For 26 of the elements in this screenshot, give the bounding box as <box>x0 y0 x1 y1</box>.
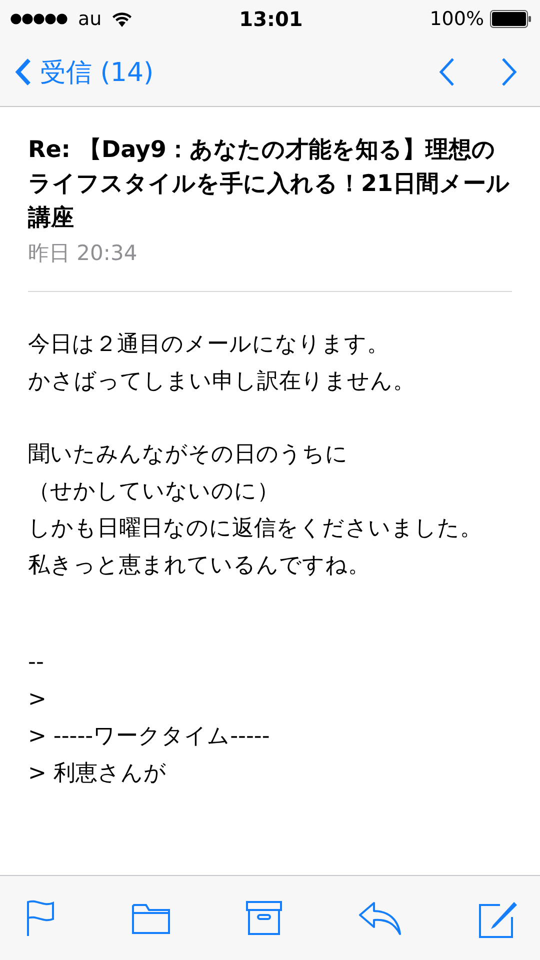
reply-icon[interactable] <box>358 901 402 935</box>
quoted-text: -- <box>28 649 45 677</box>
next-icon[interactable] <box>500 57 518 87</box>
battery-percent: 100% <box>430 8 484 30</box>
email-date: 昨日 20:34 <box>28 239 512 292</box>
chevron-icon <box>14 57 32 87</box>
flag-icon[interactable] <box>26 899 56 937</box>
folder-icon[interactable] <box>132 902 170 934</box>
body-text: しかも日曜日なのに返信をくださいました。 <box>28 515 483 543</box>
body-text: 今日は２通目のメールになります。 <box>28 331 390 359</box>
body-text: 私きっと恵まれているんですね。 <box>28 552 371 580</box>
back-button[interactable]: 受信 (14) <box>14 54 154 90</box>
signal-icon <box>10 13 68 25</box>
quoted-text: > <box>28 686 48 714</box>
wifi-icon <box>112 12 132 26</box>
previous-icon[interactable] <box>438 57 456 87</box>
body-text: かさばってしまい申し訳在りません。 <box>28 368 416 396</box>
email-subject: Re: 【Day9：あなたの才能を知る】理想のライフスタイルを手に入れる！21日間メール講座 <box>28 136 512 233</box>
quoted-text: > -----ワークタイム----- <box>28 723 271 751</box>
quoted-text: > 利恵さんが <box>28 760 168 788</box>
body-text: 聞いたみんながその日のうちに <box>28 441 349 469</box>
clock-time: 13:01 <box>239 7 303 31</box>
archive-icon[interactable] <box>246 901 282 935</box>
battery-icon <box>490 10 532 28</box>
carrier-name: au <box>78 8 102 30</box>
body-text: （せかしていないのに） <box>28 478 280 506</box>
